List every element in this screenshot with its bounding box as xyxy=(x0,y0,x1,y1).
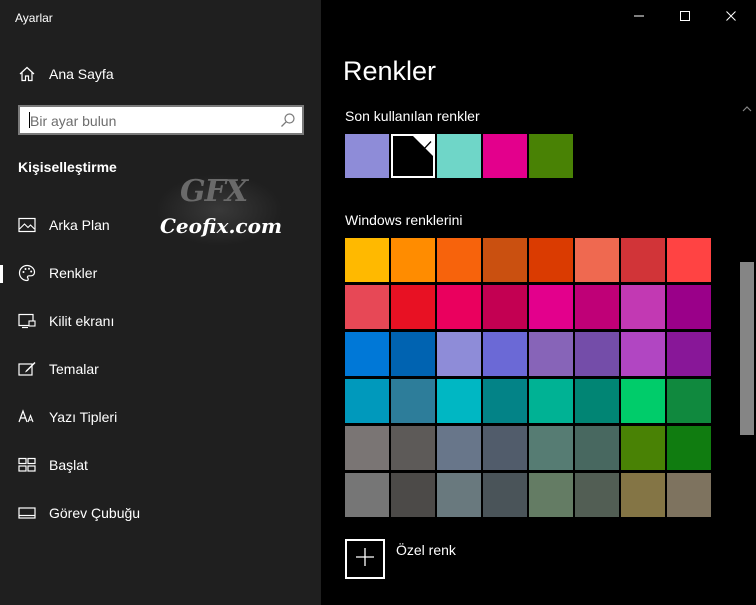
picture-icon xyxy=(18,216,36,234)
taskbar-icon xyxy=(18,504,36,522)
windows-color-swatch[interactable] xyxy=(483,285,527,329)
app-title: Ayarlar xyxy=(15,11,53,25)
watermark-logo: GFX xyxy=(180,174,248,209)
windows-color-swatch[interactable] xyxy=(575,332,619,376)
windows-color-swatch[interactable] xyxy=(483,426,527,470)
sidebar-item-fonts[interactable]: Yazı Tipleri xyxy=(0,397,321,437)
windows-color-swatch[interactable] xyxy=(391,285,435,329)
sidebar-item-taskbar[interactable]: Görev Çubuğu xyxy=(0,493,321,533)
custom-color-label: Özel renk xyxy=(396,542,456,558)
scroll-up-arrow-icon[interactable] xyxy=(742,99,752,117)
sidebar-item-label: Renkler xyxy=(49,265,98,281)
windows-color-swatch[interactable] xyxy=(575,473,619,517)
windows-color-swatch[interactable] xyxy=(575,285,619,329)
close-icon xyxy=(725,9,737,27)
windows-color-swatch[interactable] xyxy=(575,426,619,470)
windows-color-swatch[interactable] xyxy=(483,379,527,423)
windows-color-swatch[interactable] xyxy=(437,238,481,282)
windows-colors-title: Windows renklerini xyxy=(345,212,463,228)
windows-color-swatch[interactable] xyxy=(529,379,573,423)
windows-color-swatch[interactable] xyxy=(483,332,527,376)
close-button[interactable] xyxy=(708,4,754,32)
windows-color-swatch[interactable] xyxy=(345,332,389,376)
plus-icon xyxy=(355,547,375,572)
windows-color-swatch[interactable] xyxy=(667,332,711,376)
maximize-icon xyxy=(679,9,691,27)
sidebar-item-background[interactable]: Arka Plan xyxy=(0,205,321,245)
windows-color-swatch[interactable] xyxy=(437,379,481,423)
windows-color-swatch[interactable] xyxy=(345,379,389,423)
windows-color-swatch[interactable] xyxy=(391,238,435,282)
windows-color-swatch[interactable] xyxy=(621,379,665,423)
windows-color-swatch[interactable] xyxy=(437,473,481,517)
windows-color-swatch[interactable] xyxy=(621,285,665,329)
windows-color-swatch[interactable] xyxy=(575,238,619,282)
windows-color-swatch[interactable] xyxy=(437,285,481,329)
windows-color-swatch[interactable] xyxy=(529,285,573,329)
windows-color-swatch[interactable] xyxy=(667,426,711,470)
section-title: Kişiselleştirme xyxy=(18,159,117,175)
search-icon[interactable] xyxy=(280,112,296,133)
windows-color-swatch[interactable] xyxy=(529,426,573,470)
minimize-icon xyxy=(633,9,645,27)
search-input[interactable] xyxy=(28,107,272,135)
sidebar-item-lock-screen[interactable]: Kilit ekranı xyxy=(0,301,321,341)
start-icon xyxy=(18,456,36,474)
recent-color-swatch[interactable] xyxy=(345,134,389,178)
windows-color-swatch[interactable] xyxy=(345,426,389,470)
sidebar-item-label: Temalar xyxy=(49,361,99,377)
lock-screen-icon xyxy=(18,312,36,330)
windows-color-swatch[interactable] xyxy=(483,473,527,517)
themes-icon xyxy=(18,360,36,378)
scroll-thumb[interactable] xyxy=(740,262,754,435)
checkmark-icon xyxy=(420,137,432,155)
recent-color-swatch[interactable] xyxy=(437,134,481,178)
windows-color-swatch[interactable] xyxy=(667,285,711,329)
recent-colors-title: Son kullanılan renkler xyxy=(345,108,480,124)
windows-color-swatch[interactable] xyxy=(621,426,665,470)
windows-color-swatch[interactable] xyxy=(437,332,481,376)
windows-color-swatch[interactable] xyxy=(667,379,711,423)
sidebar: Ayarlar Ana Sayfa Kişiselleştirme GFX Ce… xyxy=(0,0,321,605)
windows-color-swatch[interactable] xyxy=(667,473,711,517)
sidebar-item-start[interactable]: Başlat xyxy=(0,445,321,485)
windows-color-swatch[interactable] xyxy=(345,285,389,329)
recent-color-swatch[interactable] xyxy=(483,134,527,178)
nav-home[interactable]: Ana Sayfa xyxy=(0,54,321,94)
minimize-button[interactable] xyxy=(616,4,662,32)
sidebar-item-label: Arka Plan xyxy=(49,217,110,233)
maximize-button[interactable] xyxy=(662,4,708,32)
page-title: Renkler xyxy=(343,56,437,86)
windows-color-swatch[interactable] xyxy=(391,426,435,470)
windows-color-swatch[interactable] xyxy=(345,238,389,282)
windows-color-swatch[interactable] xyxy=(529,332,573,376)
windows-color-swatch[interactable] xyxy=(391,473,435,517)
windows-color-swatch[interactable] xyxy=(621,332,665,376)
windows-color-swatch[interactable] xyxy=(529,238,573,282)
nav-home-label: Ana Sayfa xyxy=(49,66,114,82)
windows-color-swatch[interactable] xyxy=(575,379,619,423)
windows-color-swatch[interactable] xyxy=(391,332,435,376)
windows-color-swatch[interactable] xyxy=(621,473,665,517)
fonts-icon xyxy=(18,408,36,426)
windows-color-swatch[interactable] xyxy=(621,238,665,282)
palette-icon xyxy=(18,264,36,282)
sidebar-item-label: Yazı Tipleri xyxy=(49,409,118,425)
windows-color-swatch[interactable] xyxy=(345,473,389,517)
recent-color-swatch[interactable] xyxy=(529,134,573,178)
windows-color-swatch[interactable] xyxy=(483,238,527,282)
custom-color-button[interactable] xyxy=(345,539,385,579)
sidebar-item-label: Kilit ekranı xyxy=(49,313,115,329)
home-icon xyxy=(18,65,36,83)
sidebar-item-colors[interactable]: Renkler xyxy=(0,253,321,293)
windows-color-swatch[interactable] xyxy=(667,238,711,282)
recent-color-swatch[interactable] xyxy=(391,134,435,178)
sidebar-item-label: Başlat xyxy=(49,457,88,473)
sidebar-item-label: Görev Çubuğu xyxy=(49,505,141,521)
search-box[interactable] xyxy=(18,105,304,135)
windows-color-swatch[interactable] xyxy=(529,473,573,517)
windows-color-swatch[interactable] xyxy=(391,379,435,423)
sidebar-item-themes[interactable]: Temalar xyxy=(0,349,321,389)
windows-color-swatch[interactable] xyxy=(437,426,481,470)
